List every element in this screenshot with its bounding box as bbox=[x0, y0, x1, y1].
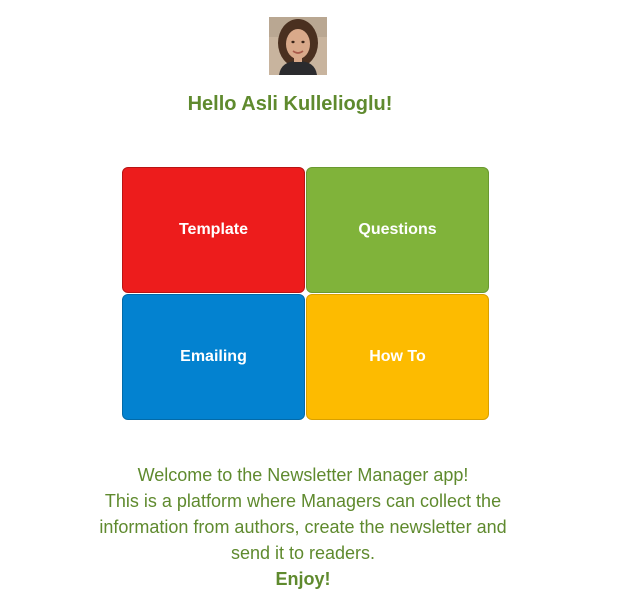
welcome-line: Welcome to the Newsletter Manager app! bbox=[137, 465, 469, 485]
how-to-tile-button[interactable]: How To bbox=[306, 294, 489, 420]
questions-tile-button[interactable]: Questions bbox=[306, 167, 489, 293]
emailing-tile-label: Emailing bbox=[180, 348, 247, 365]
template-tile-label: Template bbox=[178, 221, 249, 238]
avatar bbox=[269, 17, 327, 75]
questions-tile-label: Questions bbox=[358, 221, 437, 238]
emailing-tile-button[interactable]: Emailing bbox=[122, 294, 305, 420]
welcome-line: send it to readers. bbox=[230, 543, 376, 563]
profile-photo bbox=[269, 17, 327, 75]
template-tile-button[interactable]: Template bbox=[122, 167, 305, 293]
welcome-line: information from authors, create the new… bbox=[99, 517, 507, 537]
welcome-line: This is a platform where Managers can co… bbox=[104, 491, 502, 511]
enjoy-text: Enjoy! bbox=[275, 569, 331, 589]
greeting-heading: Hello Asli Kullelioglu! bbox=[187, 93, 393, 115]
how-to-tile-label: How To bbox=[369, 348, 426, 365]
welcome-message: Welcome to the Newsletter Manager app! T… bbox=[50, 462, 556, 592]
